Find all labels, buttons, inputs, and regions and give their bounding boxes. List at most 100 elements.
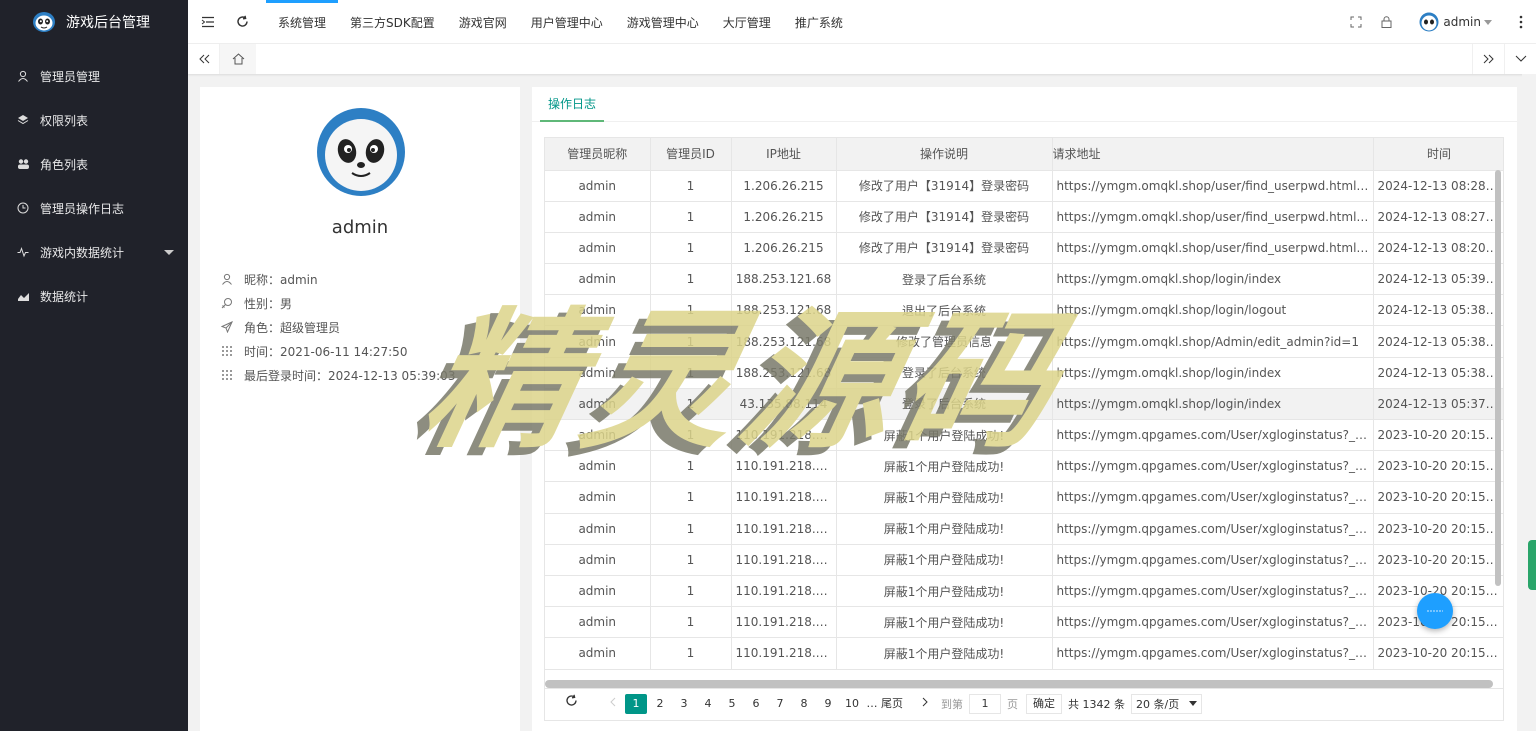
user-menu[interactable]: admin (1419, 12, 1492, 32)
topnav-system[interactable]: 系统管理 (266, 0, 339, 44)
column-header[interactable]: 时间 (1373, 138, 1503, 171)
indent-icon (201, 16, 214, 27)
table-row[interactable]: admin 1 110.191.218.225 屏蔽1个用户登陆成功! https://… (545, 544, 1503, 576)
pager-page[interactable]: 4 (697, 694, 719, 714)
lock-button[interactable] (1371, 0, 1401, 44)
pager-size-select[interactable]: 20 条/页 (1131, 693, 1203, 714)
table-cell: 屏蔽1个用户登陆成功! (836, 450, 1053, 483)
table-row[interactable]: admin 1 110.191.218.225 屏蔽1个用户登陆成功! https://… (545, 513, 1503, 545)
pager-last-button[interactable]: 尾页 (881, 694, 903, 714)
table-cell: https://ymgm.qpgames.com/User/xgloginsta… (1052, 606, 1374, 639)
sidebar-item-permissions[interactable]: 权限列表 (0, 98, 188, 142)
table-cell: https://ymgm.qpgames.com/User/xgloginsta… (1052, 513, 1374, 545)
table-row[interactable]: admin 1 110.191.218.225 屏蔽1个用户登陆成功! https://… (545, 606, 1503, 639)
topnav-official-site[interactable]: 游戏官网 (447, 0, 519, 44)
table-cell: 1 (650, 325, 732, 358)
table-row[interactable]: admin 1 110.191.218.225 屏蔽1个用户登陆成功! https://… (545, 575, 1503, 608)
pager-page[interactable]: 3 (673, 694, 695, 714)
tab-operation-log[interactable]: 操作日志 (540, 87, 605, 122)
table-row[interactable]: admin 1 110.191.218.225 屏蔽1个用户登陆成功! https://… (545, 637, 1503, 670)
pager-confirm-button[interactable]: 确定 (1026, 693, 1062, 714)
table-cell: 110.191.218.225 (731, 606, 837, 639)
table-row[interactable]: admin 1 1.206.26.215 修改了用户【31914】登录密码 https:… (545, 201, 1503, 233)
table-cell: admin (545, 481, 651, 514)
tabs-scroll-right-button[interactable] (1472, 44, 1504, 74)
topnav-lobby[interactable]: 大厅管理 (711, 0, 783, 44)
table-cell: admin (545, 544, 651, 576)
table-vertical-scrollbar[interactable] (1495, 170, 1501, 586)
topnav-game-center[interactable]: 游戏管理中心 (615, 0, 711, 44)
menu-toggle-button[interactable] (194, 0, 222, 44)
pager-page[interactable]: 9 (817, 694, 839, 714)
table-cell: 2023-10-20 20:15:44 (1373, 544, 1503, 576)
table-cell: 110.191.218.225 (731, 575, 837, 608)
side-handle[interactable] (1528, 540, 1536, 590)
table-row[interactable]: admin 1 43.135.88.114 登录了后台系统 https://ymgm.o… (545, 388, 1503, 421)
profile-nickname-text: 昵称：admin (244, 272, 318, 287)
topnav-user-center[interactable]: 用户管理中心 (519, 0, 615, 44)
tabs-menu-button[interactable] (1504, 44, 1536, 74)
sidebar-item-game-stats[interactable]: 游戏内数据统计 (0, 230, 188, 274)
pager-page[interactable]: 8 (793, 694, 815, 714)
table-cell: 2024-12-13 05:38:51 (1373, 294, 1503, 327)
column-header[interactable]: 管理员昵称 (545, 138, 651, 171)
refresh-button[interactable] (228, 0, 256, 44)
fullscreen-button[interactable] (1341, 0, 1371, 44)
pager-page[interactable]: 2 (649, 694, 671, 714)
pager-page[interactable]: 6 (745, 694, 767, 714)
fullscreen-icon (1350, 16, 1362, 28)
table-row[interactable]: admin 1 110.191.218.225 屏蔽1个用户登陆成功! https://… (545, 419, 1503, 452)
table-cell: admin (545, 419, 651, 452)
pager-prev-button[interactable] (601, 694, 623, 714)
topnav-promotion[interactable]: 推广系统 (783, 0, 855, 44)
table-cell: admin (545, 170, 651, 202)
column-header[interactable]: 请求地址 (1052, 138, 1374, 171)
more-button[interactable] (1506, 0, 1536, 44)
app-logo[interactable]: 游戏后台管理 (0, 0, 188, 44)
table-cell: 1 (650, 170, 732, 202)
table-row[interactable]: admin 1 188.253.121.68 登录了后台系统 https://ymgm.… (545, 357, 1503, 389)
gender-icon (220, 296, 234, 310)
table-cell: 屏蔽1个用户登陆成功! (836, 575, 1053, 608)
table-row[interactable]: admin 1 188.253.121.68 退出了后台系统 https://ymgm.… (545, 294, 1503, 327)
sidebar-item-roles[interactable]: 角色列表 (0, 142, 188, 186)
table-row[interactable]: admin 1 188.253.121.68 修改了管理员信息 https://ymgm… (545, 325, 1503, 358)
pager-page[interactable]: 10 (841, 694, 863, 714)
sidebar-item-admin-log[interactable]: 管理员操作日志 (0, 186, 188, 230)
card-tabs: 操作日志 (532, 87, 1517, 122)
table-cell: 屏蔽1个用户登陆成功! (836, 544, 1053, 576)
table-cell: https://ymgm.qpgames.com/User/xgloginsta… (1052, 419, 1374, 452)
table-cell: 登录了后台系统 (836, 388, 1053, 421)
table-cell: https://ymgm.qpgames.com/User/xgloginsta… (1052, 450, 1374, 483)
pager-page[interactable]: 1 (625, 693, 647, 714)
table-cell: 188.253.121.68 (731, 263, 837, 296)
pager-goto-input[interactable]: 1 (969, 693, 1001, 714)
sidebar-item-data-stats[interactable]: 数据统计 (0, 274, 188, 318)
table-cell: 1.206.26.215 (731, 201, 837, 233)
pager-page[interactable]: 5 (721, 694, 743, 714)
column-header[interactable]: 操作说明 (836, 138, 1053, 171)
table-cell: 1 (650, 294, 732, 327)
pager-refresh-button[interactable] (560, 694, 582, 714)
page-scrollbar[interactable] (1522, 74, 1536, 731)
tabs-scroll-left-button[interactable] (188, 44, 220, 74)
header-right: admin (1341, 0, 1536, 44)
tab-home[interactable] (220, 44, 256, 74)
table-row[interactable]: admin 1 188.253.121.68 登录了后台系统 https://ymgm.… (545, 263, 1503, 296)
table-row[interactable]: admin 1 110.191.218.225 屏蔽1个用户登陆成功! https://… (545, 450, 1503, 483)
column-header[interactable]: 管理员ID (650, 138, 732, 171)
table-row[interactable]: admin 1 1.206.26.215 修改了用户【31914】登录密码 https:… (545, 232, 1503, 265)
column-header[interactable]: IP地址 (731, 138, 837, 171)
table-row[interactable]: admin 1 1.206.26.215 修改了用户【31914】登录密码 https:… (545, 170, 1503, 202)
pager-next-button[interactable] (914, 694, 936, 714)
floating-action-button[interactable] (1417, 593, 1453, 629)
table-cell: 110.191.218.225 (731, 637, 837, 670)
topnav-sdk[interactable]: 第三方SDK配置 (338, 0, 447, 44)
double-chevron-left-icon (198, 54, 209, 64)
profile-last-login-text: 最后登录时间：2024-12-13 05:39:03 (244, 368, 456, 383)
pager-page[interactable]: 7 (769, 694, 791, 714)
top-nav: 系统管理 第三方SDK配置 游戏官网 用户管理中心 游戏管理中心 大厅管理 推广… (266, 0, 855, 44)
sidebar-item-admin-manage[interactable]: 管理员管理 (0, 54, 188, 98)
table-row[interactable]: admin 1 110.191.218.225 屏蔽1个用户登陆成功! https://… (545, 481, 1503, 514)
table-cell: 2024-12-13 08:20:34 (1373, 232, 1503, 265)
